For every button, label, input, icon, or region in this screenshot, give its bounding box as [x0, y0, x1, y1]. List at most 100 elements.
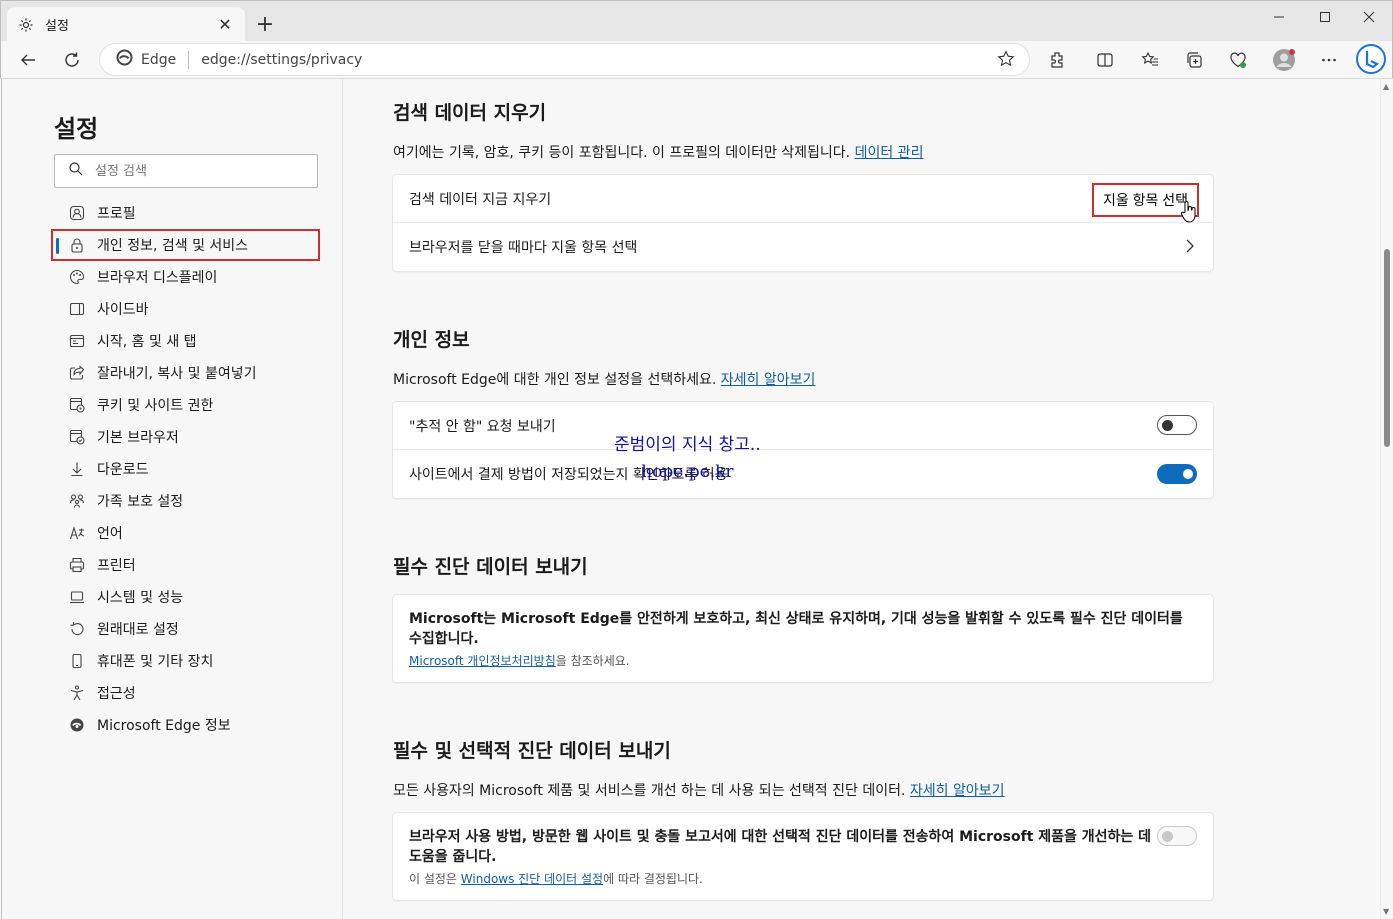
optional-diag-heading: 필수 및 선택적 진단 데이터 보내기 — [393, 740, 671, 762]
printer-icon — [68, 556, 86, 574]
sidebar-item-downloads[interactable]: 다운로드 — [54, 453, 320, 485]
sidebar-item-languages[interactable]: 언어 — [54, 517, 320, 549]
optional-diag-learn-more-link[interactable]: 자세히 알아보기 — [910, 783, 1005, 799]
sidebar-item-printers[interactable]: 프린터 — [54, 549, 320, 581]
laptop-icon — [68, 588, 86, 606]
split-screen-icon[interactable] — [1090, 45, 1120, 75]
clear-data-heading: 검색 데이터 지우기 — [393, 102, 547, 124]
privacy-learn-more-link[interactable]: 자세히 알아보기 — [721, 372, 816, 388]
payment-check-label: 사이트에서 결제 방법이 저장되었는지 확인하도록 허용 — [409, 466, 728, 483]
sidebar-item-sidebar[interactable]: 사이드바 — [54, 293, 320, 325]
new-tab-button[interactable]: + — [253, 12, 277, 37]
sidebar-item-phone[interactable]: 휴대폰 및 기타 장치 — [54, 645, 320, 677]
sidebar-item-label: 다운로드 — [97, 462, 149, 478]
close-icon[interactable]: ✕ — [215, 15, 235, 35]
title-bar: 설정 ✕ + — [0, 0, 1393, 42]
optional-diag-note-prefix: 이 설정은 — [409, 872, 461, 886]
optional-diag-toggle[interactable] — [1157, 826, 1197, 846]
privacy-card: "추적 안 함" 요청 보내기 사이트에서 결제 방법이 저장되었는지 확인하도… — [393, 402, 1213, 498]
privacy-statement-link[interactable]: Microsoft 개인정보처리방침 — [409, 654, 556, 668]
sidebar-item-accessibility[interactable]: 접근성 — [54, 677, 320, 709]
sidebar-title: 설정 — [54, 115, 99, 143]
sidebar-item-label: 사이드바 — [97, 302, 149, 318]
back-button[interactable] — [13, 45, 43, 75]
optional-diag-note-suffix: 에 따라 결정됩니다. — [603, 872, 703, 886]
window-close-button[interactable] — [1346, 1, 1392, 33]
privacy-description: Microsoft Edge에 대한 개인 정보 설정을 선택하세요. 자세히 … — [393, 369, 815, 389]
browser-essentials-icon[interactable] — [1223, 45, 1253, 75]
privacy-statement-suffix: 을 참조하세요. — [555, 654, 630, 668]
browser-toolbar: Edge edge://settings/privacy — [0, 41, 1393, 78]
url-text[interactable]: edge://settings/privacy — [201, 52, 362, 68]
sidebar-item-system[interactable]: 시스템 및 성능 — [54, 581, 320, 613]
sidebar-item-profile[interactable]: 프로필 — [54, 197, 320, 229]
sidebar-item-about[interactable]: Microsoft Edge 정보 — [54, 709, 320, 741]
more-options-icon[interactable] — [1314, 45, 1344, 75]
profile-avatar[interactable] — [1269, 45, 1299, 75]
maximize-button[interactable] — [1302, 1, 1348, 33]
sidebar-item-start-home[interactable]: 시작, 홈 및 새 탭 — [54, 325, 320, 357]
optional-diag-note: 이 설정은 Windows 진단 데이터 설정에 따라 결정됩니다. — [409, 870, 1197, 887]
refresh-button[interactable] — [57, 45, 87, 75]
clear-now-label: 검색 데이터 지금 지우기 — [409, 191, 552, 208]
download-icon — [68, 460, 86, 478]
sidebar-item-label: 시작, 홈 및 새 탭 — [97, 334, 197, 350]
language-icon — [68, 524, 86, 542]
family-icon — [68, 492, 86, 510]
sidebar-item-privacy[interactable]: 개인 정보, 검색 및 서비스 — [51, 229, 320, 261]
profile-icon — [68, 204, 86, 222]
scroll-up-arrow-icon[interactable]: ▲ — [1383, 82, 1389, 91]
scroll-down-arrow-icon[interactable]: ▼ — [1383, 907, 1389, 916]
manage-data-link[interactable]: 데이터 관리 — [855, 145, 924, 161]
sidebar-item-cookies[interactable]: 쿠키 및 사이트 권한 — [54, 389, 320, 421]
sidebar-item-family[interactable]: 가족 보호 설정 — [54, 485, 320, 517]
sidebar-item-label: 언어 — [97, 526, 123, 542]
sidebar-item-label: 접근성 — [97, 686, 136, 702]
privacy-desc-text: Microsoft Edge에 대한 개인 정보 설정을 선택하세요. — [393, 372, 717, 388]
settings-nav: 프로필 개인 정보, 검색 및 서비스 브라우저 디스플레이 사이드바 시작, … — [51, 197, 320, 741]
payment-check-toggle[interactable] — [1157, 464, 1197, 484]
lock-icon — [68, 236, 86, 254]
optional-diag-row-label: 브라우저 사용 방법, 방문한 웹 사이트 및 충돌 보고서에 대한 선택적 진… — [409, 829, 1152, 865]
favorite-star-icon[interactable] — [997, 50, 1015, 72]
settings-main: 검색 데이터 지우기 여기에는 기록, 암호, 쿠키 등이 포함됩니다. 이 프… — [344, 79, 1380, 919]
search-input[interactable] — [95, 163, 295, 179]
reset-icon — [68, 620, 86, 638]
home-tab-icon — [68, 332, 86, 350]
favorites-icon[interactable] — [1135, 45, 1165, 75]
address-bar[interactable]: Edge edge://settings/privacy — [100, 44, 1029, 75]
extensions-icon[interactable] — [1042, 45, 1072, 75]
sidebar-item-default-browser[interactable]: 기본 브라우저 — [54, 421, 320, 453]
bing-copilot-icon[interactable] — [1355, 43, 1387, 75]
settings-search[interactable] — [54, 154, 318, 188]
edge-logo-icon — [116, 49, 133, 70]
clear-on-close-row[interactable]: 브라우저를 닫을 때마다 지울 항목 선택 — [393, 222, 1213, 270]
accessibility-icon — [68, 684, 86, 702]
sidebar-item-reset[interactable]: 원래대로 설정 — [54, 613, 320, 645]
do-not-track-toggle[interactable] — [1157, 415, 1197, 435]
scrollbar-thumb[interactable] — [1384, 249, 1390, 447]
default-browser-icon — [68, 428, 86, 446]
windows-diag-settings-link[interactable]: Windows 진단 데이터 설정 — [461, 872, 603, 886]
phone-icon — [68, 652, 86, 670]
hand-cursor-icon — [1180, 200, 1198, 228]
sidebar-item-appearance[interactable]: 브라우저 디스플레이 — [54, 261, 320, 293]
privacy-statement-line: Microsoft 개인정보처리방침을 참조하세요. — [409, 652, 1197, 669]
sidebar-item-label: 개인 정보, 검색 및 서비스 — [97, 238, 249, 254]
page-scrollbar[interactable]: ▲ ▼ — [1380, 79, 1392, 919]
clear-data-card: 검색 데이터 지금 지우기 지울 항목 선택 브라우저를 닫을 때마다 지울 항… — [393, 175, 1213, 271]
required-diag-heading: 필수 진단 데이터 보내기 — [393, 556, 588, 578]
clear-data-desc-text: 여기에는 기록, 암호, 쿠키 등이 포함됩니다. 이 프로필의 데이터만 삭제… — [393, 145, 851, 161]
clear-data-description: 여기에는 기록, 암호, 쿠키 등이 포함됩니다. 이 프로필의 데이터만 삭제… — [393, 142, 923, 162]
sidebar-item-label: 시스템 및 성능 — [97, 590, 184, 606]
tab-settings[interactable]: 설정 ✕ — [7, 7, 245, 42]
clear-on-close-label: 브라우저를 닫을 때마다 지울 항목 선택 — [409, 239, 638, 256]
settings-sidebar: 설정 프로필 개인 정보, 검색 및 서비스 브라우저 디스플레이 사이드바 시… — [1, 79, 343, 919]
sidebar-item-label: 기본 브라우저 — [97, 430, 179, 446]
collections-icon[interactable] — [1179, 45, 1209, 75]
sidebar-item-label: 원래대로 설정 — [97, 622, 179, 638]
privacy-heading: 개인 정보 — [393, 329, 470, 351]
sidebar-item-share-copy[interactable]: 잘라내기, 복사 및 붙여넣기 — [54, 357, 320, 389]
minimize-button[interactable] — [1256, 1, 1302, 33]
palette-icon — [68, 268, 86, 286]
